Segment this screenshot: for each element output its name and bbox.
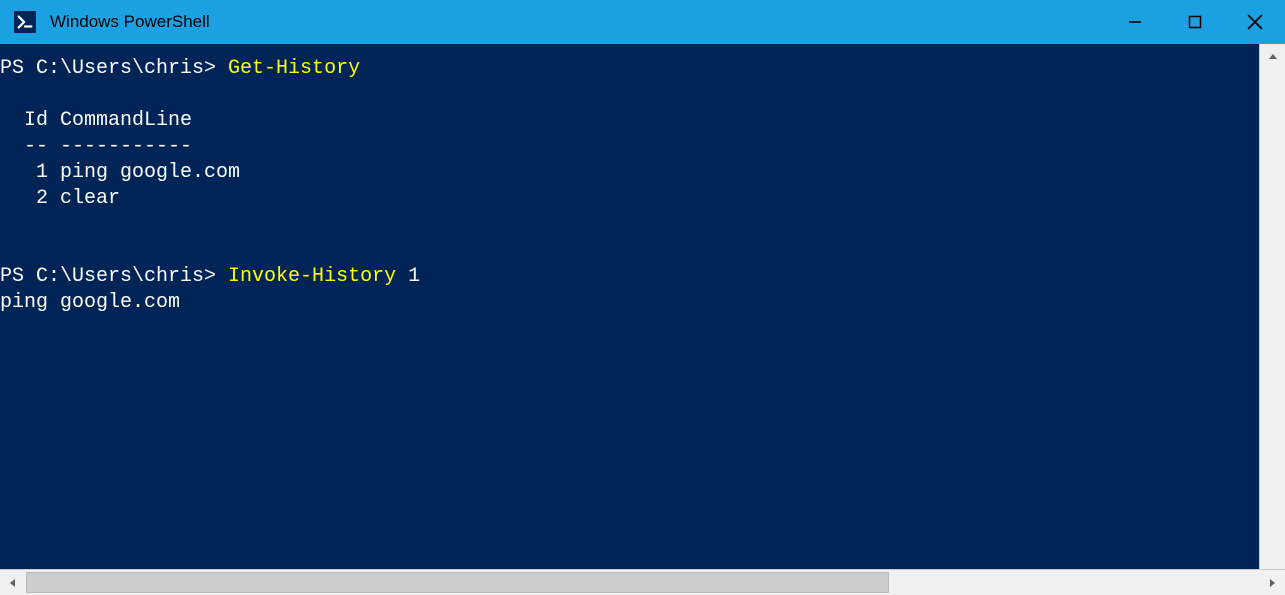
cmd-arg: 1 (396, 265, 420, 288)
terminal-output[interactable]: PS C:\Users\chris> Get-History Id Comman… (0, 44, 1259, 569)
vertical-scrollbar-track[interactable] (1260, 70, 1285, 569)
echo-line: ping google.com (0, 291, 180, 314)
horizontal-scrollbar[interactable] (0, 569, 1285, 595)
scroll-left-button[interactable] (0, 570, 26, 595)
close-button[interactable] (1225, 0, 1285, 44)
maximize-button[interactable] (1165, 0, 1225, 44)
scroll-right-button[interactable] (1259, 570, 1285, 595)
prompt-line: PS C:\Users\chris> (0, 57, 228, 80)
scroll-up-button[interactable] (1260, 44, 1285, 70)
titlebar[interactable]: Windows PowerShell (0, 0, 1285, 44)
horizontal-scrollbar-thumb[interactable] (26, 572, 889, 593)
cmdlet-text: Invoke-History (228, 265, 396, 288)
prompt-line: PS C:\Users\chris> (0, 265, 228, 288)
window-controls (1105, 0, 1285, 44)
powershell-icon (14, 11, 36, 33)
window-title: Windows PowerShell (50, 12, 1105, 32)
vertical-scrollbar[interactable] (1259, 44, 1285, 569)
history-row: 2 clear (0, 187, 120, 210)
history-header: Id CommandLine (0, 109, 192, 132)
cmdlet-text: Get-History (228, 57, 360, 80)
history-row: 1 ping google.com (0, 161, 240, 184)
main-area: PS C:\Users\chris> Get-History Id Comman… (0, 44, 1285, 569)
history-divider: -- ----------- (0, 135, 192, 158)
minimize-button[interactable] (1105, 0, 1165, 44)
horizontal-scrollbar-track[interactable] (26, 570, 1259, 595)
